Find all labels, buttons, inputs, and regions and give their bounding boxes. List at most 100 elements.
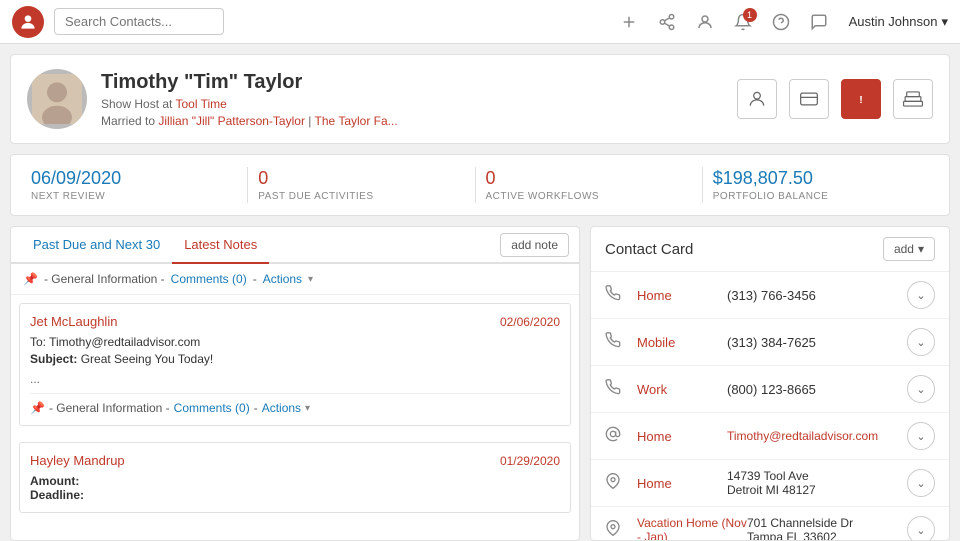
activity-text-1: - General Information - <box>44 272 165 286</box>
spouse-name-link[interactable]: Jillian "Jill" Patterson-Taylor <box>158 114 305 128</box>
actions-chevron-1: ▾ <box>308 274 313 285</box>
add-note-button[interactable]: add note <box>500 233 569 257</box>
contact-avatar <box>27 69 87 129</box>
comments-link-1[interactable]: Comments (0) <box>171 272 247 286</box>
label-home-address: Home <box>637 476 727 491</box>
stat-next-review: 06/09/2020 NEXT REVIEW <box>31 168 247 202</box>
label-email: Home <box>637 429 727 444</box>
note-to-1: To: Timothy@redtailadvisor.com <box>30 335 560 349</box>
label-work-phone: Work <box>637 382 727 397</box>
company-link[interactable]: Tool Time <box>176 97 227 111</box>
share-icon[interactable] <box>653 8 681 36</box>
phone-icon-2 <box>605 332 627 353</box>
alert-btn[interactable]: ! <box>841 79 881 119</box>
tab-latest-notes[interactable]: Latest Notes <box>172 227 269 264</box>
pin-icon-1: 📌 <box>23 272 38 286</box>
portfolio-balance-value: $198,807.50 <box>713 168 919 189</box>
stat-past-due: 0 PAST DUE ACTIVITIES <box>248 168 474 202</box>
phone-icon-3 <box>605 379 627 400</box>
contact-actions: ! <box>737 79 933 119</box>
family-link[interactable]: The Taylor Fa... <box>315 114 398 128</box>
next-review-label: NEXT REVIEW <box>31 191 237 202</box>
value-home-phone: (313) 766-3456 <box>727 288 907 303</box>
active-workflows-label: ACTIVE WORKFLOWS <box>486 191 692 202</box>
contact-header: Timothy "Tim" Taylor Show Host at Tool T… <box>10 54 950 144</box>
value-email[interactable]: Timothy@redtailadvisor.com <box>727 429 907 443</box>
value-home-address: 14739 Tool AveDetroit MI 48127 <box>727 469 907 497</box>
label-vacation-address: Vacation Home (Nov - Jan) <box>637 516 747 541</box>
note-from-2: Hayley Mandrup <box>30 453 125 468</box>
search-input[interactable] <box>54 8 224 35</box>
help-icon[interactable] <box>767 8 795 36</box>
stack-btn[interactable] <box>893 79 933 119</box>
value-work-phone: (800) 123-8665 <box>727 382 907 397</box>
actions-link-1[interactable]: Actions <box>263 272 302 286</box>
right-panel: Contact Card add ▾ Home (313) 766-3456 ⌄… <box>590 226 950 541</box>
activity-dash-1: - <box>253 272 257 286</box>
contact-spouse: Married to Jillian "Jill" Patterson-Tayl… <box>101 114 737 128</box>
note-ellipsis-1: ... <box>30 372 560 386</box>
note-date-1: 02/06/2020 <box>500 315 560 329</box>
contact-row-work-phone: Work (800) 123-8665 ⌄ <box>591 366 949 413</box>
past-due-label: PAST DUE ACTIVITIES <box>258 191 464 202</box>
user-name: Austin Johnson <box>849 14 938 29</box>
chevron-work-phone[interactable]: ⌄ <box>907 375 935 403</box>
label-home-phone: Home <box>637 288 727 303</box>
contact-row-vacation-address: Vacation Home (Nov - Jan) 701 Channelsid… <box>591 507 949 541</box>
phone-icon-1 <box>605 285 627 306</box>
stats-bar: 06/09/2020 NEXT REVIEW 0 PAST DUE ACTIVI… <box>10 154 950 216</box>
add-contact-btn[interactable]: add ▾ <box>883 237 935 261</box>
person-icon[interactable] <box>691 8 719 36</box>
chevron-home-address[interactable]: ⌄ <box>907 469 935 497</box>
svg-text:!: ! <box>859 94 863 106</box>
main-content: Past Due and Next 30 Latest Notes add no… <box>10 226 950 541</box>
chevron-email[interactable]: ⌄ <box>907 422 935 450</box>
note-item-2: Hayley Mandrup 01/29/2020 Amount: Deadli… <box>19 442 571 513</box>
note-header-1: Jet McLaughlin 02/06/2020 <box>30 314 560 329</box>
note-from-1: Jet McLaughlin <box>30 314 117 329</box>
chevron-home-phone[interactable]: ⌄ <box>907 281 935 309</box>
contact-name: Timothy "Tim" Taylor <box>101 71 737 94</box>
contact-role: Show Host at Tool Time <box>101 97 737 111</box>
next-review-value: 06/09/2020 <box>31 168 237 189</box>
note-footer-text: - General Information - <box>49 401 170 415</box>
chat-icon[interactable] <box>805 8 833 36</box>
pin-icon-2: 📌 <box>30 401 45 415</box>
stat-portfolio-balance: $198,807.50 PORTFOLIO BALANCE <box>703 168 929 202</box>
location-icon-1 <box>605 473 627 494</box>
note-deadline: Deadline: <box>30 488 560 502</box>
card-header: Contact Card add ▾ <box>591 227 949 272</box>
chevron-down-icon: ▾ <box>941 14 948 30</box>
value-vacation-address: 701 Channelside DrTampa FL 33602 <box>747 516 907 541</box>
contact-row-home-phone: Home (313) 766-3456 ⌄ <box>591 272 949 319</box>
label-mobile-phone: Mobile <box>637 335 727 350</box>
contact-profile-btn[interactable] <box>737 79 777 119</box>
note-amount: Amount: <box>30 474 560 488</box>
note-subject-1: Subject: Great Seeing You Today! <box>30 352 560 366</box>
contact-row-mobile-phone: Mobile (313) 384-7625 ⌄ <box>591 319 949 366</box>
tab-bar: Past Due and Next 30 Latest Notes add no… <box>11 227 579 264</box>
chevron-vacation-address[interactable]: ⌄ <box>907 516 935 541</box>
contact-row-home-address: Home 14739 Tool AveDetroit MI 48127 ⌄ <box>591 460 949 507</box>
actions-chevron-2: ▾ <box>305 403 310 414</box>
contact-info: Timothy "Tim" Taylor Show Host at Tool T… <box>101 71 737 128</box>
comments-link-2[interactable]: Comments (0) <box>174 401 250 415</box>
contact-row-email: Home Timothy@redtailadvisor.com ⌄ <box>591 413 949 460</box>
top-nav: 1 Austin Johnson ▾ <box>0 0 960 44</box>
user-menu[interactable]: Austin Johnson ▾ <box>849 14 948 30</box>
add-icon[interactable] <box>615 8 643 36</box>
notifications-icon[interactable]: 1 <box>729 8 757 36</box>
note-header-2: Hayley Mandrup 01/29/2020 <box>30 453 560 468</box>
card-title: Contact Card <box>605 241 693 258</box>
contact-card-btn[interactable] <box>789 79 829 119</box>
chevron-mobile-phone[interactable]: ⌄ <box>907 328 935 356</box>
actions-link-2[interactable]: Actions <box>262 401 301 415</box>
past-due-value: 0 <box>258 168 464 189</box>
activity-row-1: 📌 - General Information - Comments (0) -… <box>11 264 579 295</box>
tab-past-due[interactable]: Past Due and Next 30 <box>21 227 172 264</box>
app-logo[interactable] <box>12 6 44 38</box>
location-icon-2 <box>605 520 627 541</box>
add-chevron-icon: ▾ <box>918 242 924 256</box>
note-footer-1: 📌 - General Information - Comments (0) -… <box>30 393 560 415</box>
notification-badge: 1 <box>743 8 757 22</box>
